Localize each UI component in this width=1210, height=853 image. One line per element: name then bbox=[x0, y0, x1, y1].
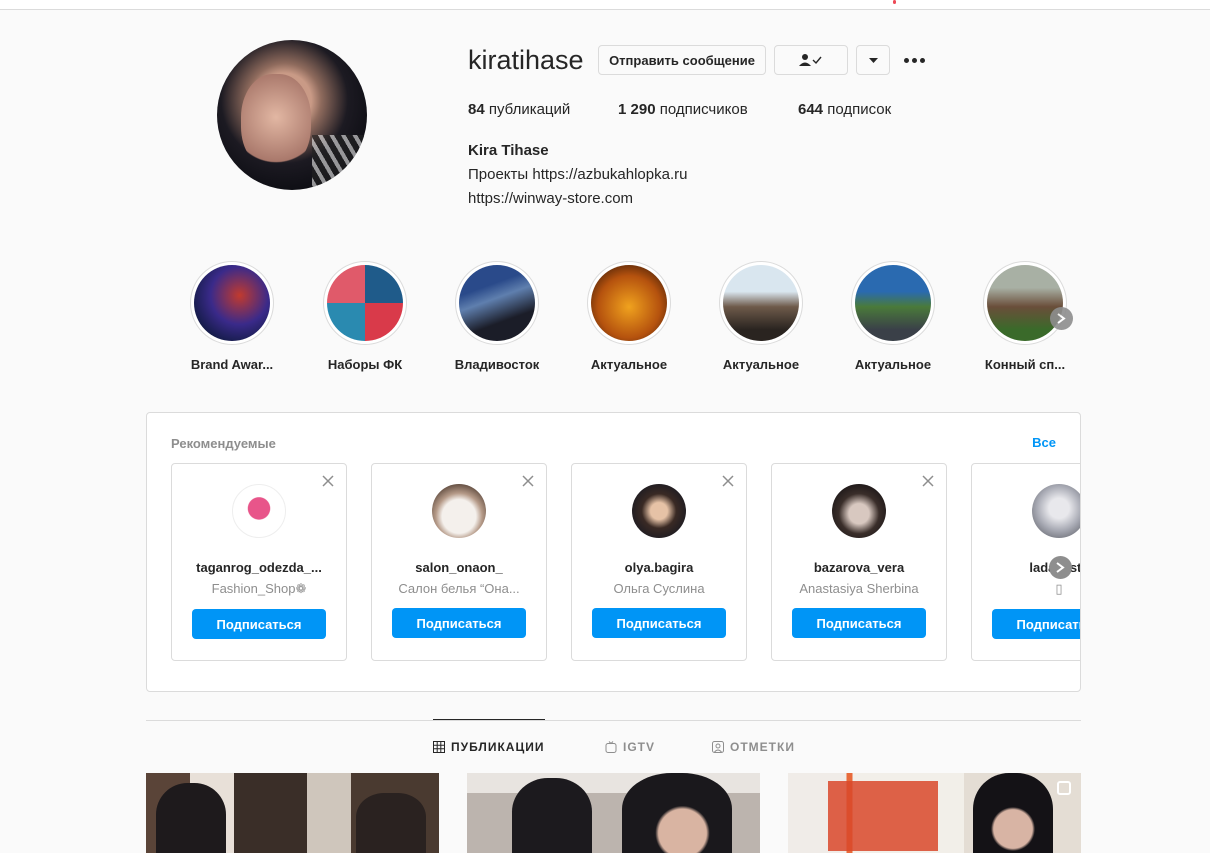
suggested-username[interactable]: olya.bagira bbox=[572, 560, 746, 575]
follow-button[interactable]: Подписаться bbox=[592, 608, 726, 638]
tabs-divider bbox=[146, 720, 1081, 721]
suggested-name: Салон белья “Она... bbox=[398, 581, 520, 596]
suggested-avatar[interactable] bbox=[432, 484, 486, 538]
suggested-name: Fashion_Shop❁ bbox=[211, 581, 307, 596]
post-thumbnail[interactable] bbox=[467, 773, 760, 853]
igtv-icon bbox=[605, 741, 617, 753]
suggested-avatar[interactable] bbox=[1032, 484, 1080, 538]
dismiss-icon[interactable] bbox=[321, 474, 335, 488]
suggested-card: olya.bagira Ольга Суслина Подписаться bbox=[571, 463, 747, 661]
active-tab-indicator bbox=[433, 719, 545, 720]
follow-button[interactable]: Подписаться bbox=[792, 608, 926, 638]
chevron-right-icon bbox=[1057, 313, 1066, 324]
suggested-username[interactable]: taganrog_odezda_... bbox=[172, 560, 346, 575]
follow-button[interactable]: Подписаться bbox=[392, 608, 526, 638]
highlight-cover-image bbox=[591, 265, 667, 341]
chevron-right-icon bbox=[1056, 562, 1065, 573]
following-check-icon bbox=[799, 54, 822, 66]
grid-icon bbox=[433, 741, 445, 753]
dismiss-icon[interactable] bbox=[721, 474, 735, 488]
posts-count: 84 публикаций bbox=[468, 101, 571, 118]
following-button[interactable] bbox=[774, 45, 848, 75]
dismiss-icon[interactable] bbox=[521, 474, 535, 488]
suggested-avatar[interactable] bbox=[632, 484, 686, 538]
suggested-username[interactable]: salon_onaon_ bbox=[372, 560, 546, 575]
highlight-cover-image bbox=[855, 265, 931, 341]
following-count[interactable]: 644 подписок bbox=[798, 101, 891, 118]
top-navigation-bar bbox=[0, 0, 1210, 10]
highlight-item[interactable]: Владивосток bbox=[442, 261, 552, 372]
highlight-cover-image bbox=[987, 265, 1063, 341]
suggested-username[interactable]: bazarova_vera bbox=[772, 560, 946, 575]
suggestions-dropdown-button[interactable] bbox=[856, 45, 890, 75]
highlight-cover-image bbox=[459, 265, 535, 341]
see-all-link[interactable]: Все bbox=[1032, 435, 1056, 450]
highlight-cover-image bbox=[327, 265, 403, 341]
profile-bio-line: Проекты https://azbukahlopka.ru bbox=[468, 166, 688, 183]
highlight-cover-image bbox=[194, 265, 270, 341]
follow-button[interactable]: Подписаться bbox=[192, 609, 326, 639]
tagged-icon bbox=[712, 741, 724, 753]
highlight-item[interactable]: Наборы ФК bbox=[310, 261, 420, 372]
suggested-card: taganrog_odezda_... Fashion_Shop❁ Подпис… bbox=[171, 463, 347, 661]
highlight-item[interactable]: Актуальное bbox=[838, 261, 948, 372]
dismiss-icon[interactable] bbox=[921, 474, 935, 488]
suggested-avatar[interactable] bbox=[232, 484, 286, 538]
suggested-next-button[interactable] bbox=[1049, 556, 1072, 579]
highlights-next-button[interactable] bbox=[1050, 307, 1073, 330]
highlight-item[interactable]: Актуальное bbox=[706, 261, 816, 372]
highlight-cover-image bbox=[723, 265, 799, 341]
avatar-face bbox=[241, 74, 311, 170]
profile-avatar[interactable] bbox=[217, 40, 367, 190]
profile-username: kiratihase bbox=[468, 45, 584, 75]
profile-website-link[interactable]: https://winway-store.com bbox=[468, 190, 633, 207]
suggested-name: Anastasiya Sherbina bbox=[799, 581, 919, 596]
tab-posts[interactable]: ПУБЛИКАЦИИ bbox=[433, 740, 544, 754]
chevron-down-icon bbox=[869, 58, 878, 63]
suggested-title: Рекомендуемые bbox=[171, 436, 276, 451]
suggested-name: ▯ bbox=[1055, 581, 1063, 596]
follow-button[interactable]: Подписаться bbox=[992, 609, 1080, 639]
highlight-item[interactable]: Brand Awar... bbox=[177, 261, 287, 372]
post-thumbnail[interactable] bbox=[788, 773, 1081, 853]
suggested-avatar[interactable] bbox=[832, 484, 886, 538]
suggested-card: bazarova_vera Anastasiya Sherbina Подпис… bbox=[771, 463, 947, 661]
suggested-name: Ольга Суслина bbox=[613, 581, 705, 596]
carousel-icon bbox=[1057, 781, 1071, 795]
followers-count[interactable]: 1 290 подписчиков bbox=[618, 101, 748, 118]
send-message-button[interactable]: Отправить сообщение bbox=[598, 45, 766, 75]
suggested-accounts-panel: Рекомендуемые Все taganrog_odezda_... Fa… bbox=[146, 412, 1081, 692]
tab-tagged[interactable]: ОТМЕТКИ bbox=[712, 740, 795, 754]
highlight-item[interactable]: Актуальное bbox=[574, 261, 684, 372]
more-options-icon[interactable] bbox=[904, 52, 928, 68]
suggested-card: salon_onaon_ Салон белья “Она... Подписа… bbox=[371, 463, 547, 661]
notification-dot bbox=[893, 0, 896, 4]
profile-full-name: Kira Tihase bbox=[468, 142, 549, 159]
tab-igtv[interactable]: IGTV bbox=[605, 740, 655, 754]
post-thumbnail[interactable] bbox=[146, 773, 439, 853]
avatar-pattern bbox=[312, 135, 367, 190]
